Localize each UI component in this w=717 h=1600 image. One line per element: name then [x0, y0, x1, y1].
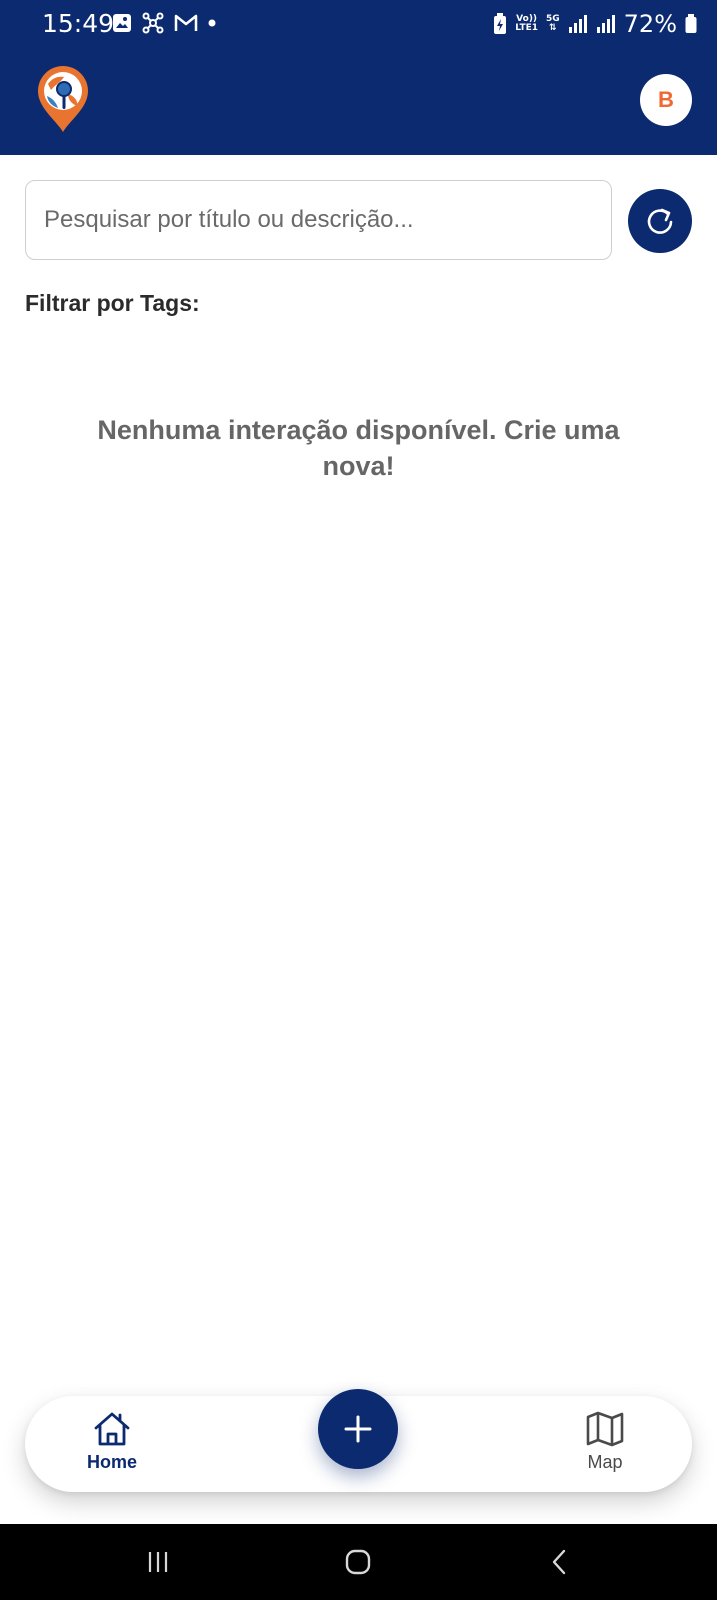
back-chevron-icon — [552, 1549, 566, 1575]
tag-filter-title: Filtrar por Tags: — [25, 290, 200, 316]
empty-state-message: Nenhuma interação disponível. Crie uma n… — [97, 415, 620, 481]
nav-item-home[interactable]: Home — [67, 1410, 157, 1473]
image-icon — [113, 14, 131, 32]
app-logo — [38, 66, 88, 132]
status-bar: 15:49 Vo)) LTE1 5G ⇅ 72% — [0, 0, 717, 48]
nav-label-home: Home — [86, 1452, 137, 1472]
status-system-icons: Vo)) LTE1 5G ⇅ 72% — [493, 10, 697, 38]
home-icon — [94, 1412, 130, 1446]
status-notification-icons — [112, 12, 216, 34]
nav-label-map: Map — [587, 1452, 623, 1472]
user-avatar[interactable]: B — [640, 74, 692, 126]
volte-indicator: Vo)) LTE1 — [515, 14, 538, 33]
notification-dot-icon — [208, 19, 216, 27]
network-hub-icon — [142, 12, 164, 34]
plus-icon — [344, 1415, 372, 1443]
recent-apps-button[interactable] — [138, 1542, 178, 1582]
gmail-icon — [174, 14, 198, 31]
top-app-bar: 15:49 Vo)) LTE1 5G ⇅ 72% B — [0, 0, 717, 155]
map-icon — [586, 1411, 624, 1447]
status-time: 15:49 — [42, 9, 115, 38]
home-system-button[interactable] — [338, 1542, 378, 1582]
search-input[interactable] — [26, 181, 611, 259]
5g-indicator: 5G ⇅ — [546, 14, 560, 33]
battery-percentage: 72% — [623, 10, 677, 38]
system-navigation-bar — [0, 1524, 717, 1600]
refresh-button[interactable] — [628, 189, 692, 253]
refresh-icon — [647, 208, 673, 234]
nav-item-map[interactable]: Map — [560, 1410, 650, 1473]
add-interaction-button[interactable] — [318, 1389, 398, 1469]
home-circle-icon — [345, 1549, 371, 1575]
battery-saver-icon — [494, 13, 507, 34]
search-box — [25, 180, 612, 260]
signal-icon — [568, 15, 587, 33]
battery-icon — [685, 14, 697, 33]
signal-icon-2 — [596, 15, 615, 33]
back-button[interactable] — [540, 1542, 580, 1582]
recent-apps-icon — [148, 1552, 168, 1572]
